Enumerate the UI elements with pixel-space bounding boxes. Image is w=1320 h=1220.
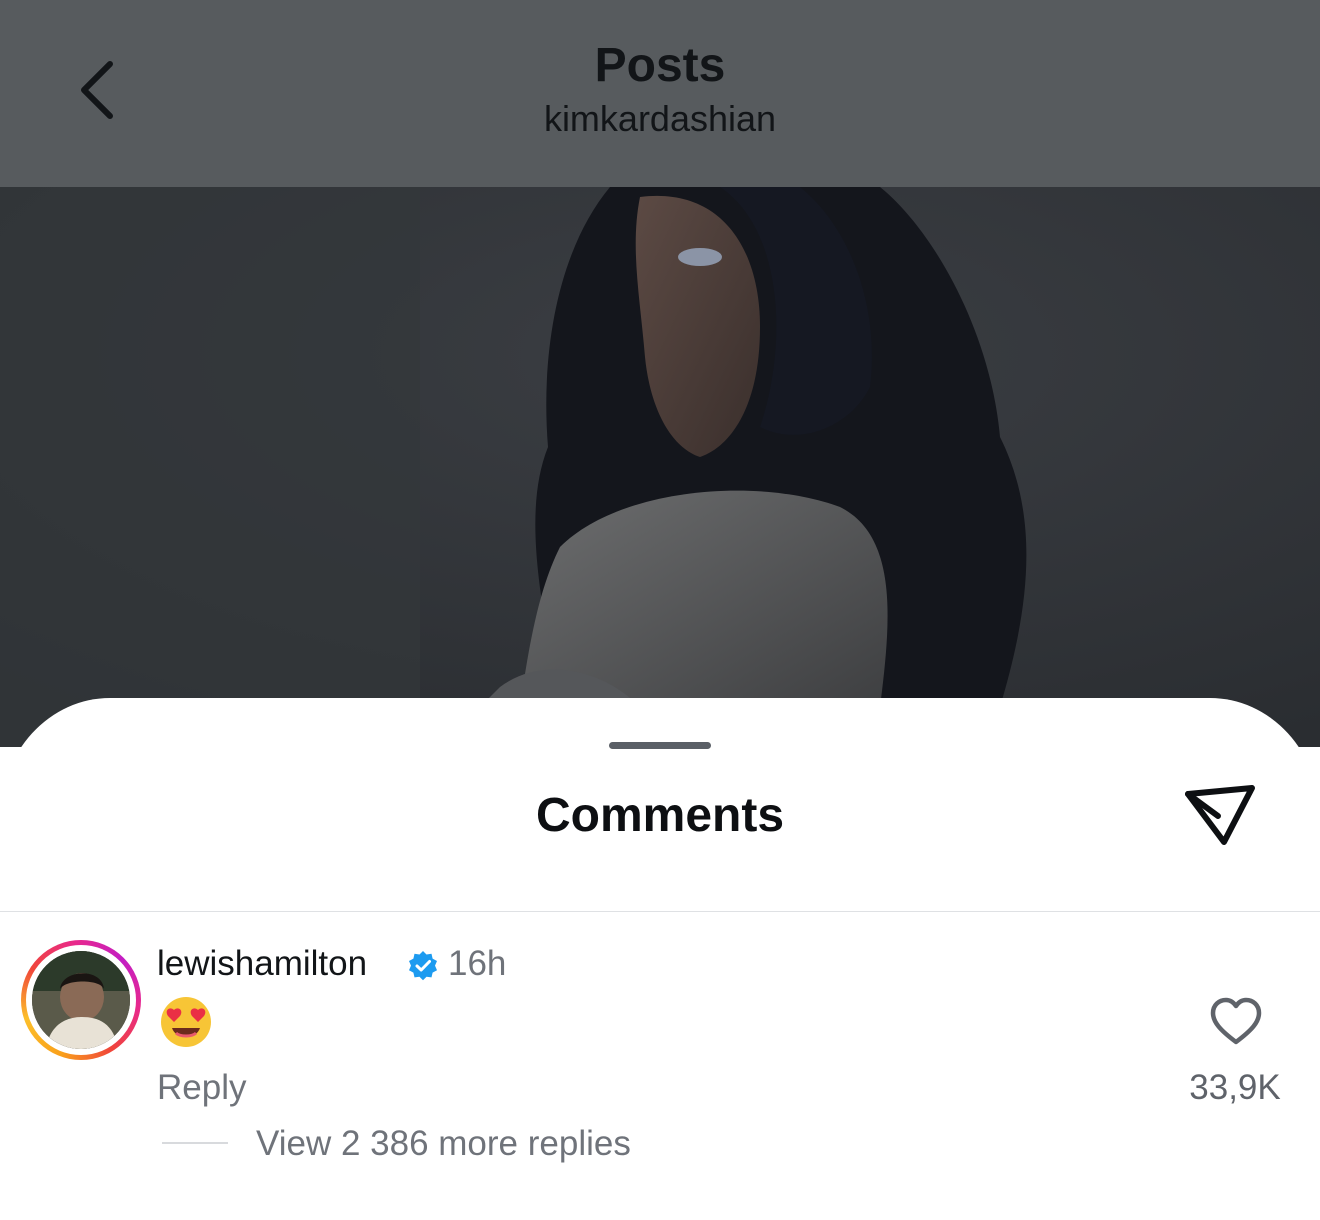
top-bar: Posts kimkardashian <box>0 0 1320 187</box>
like-button[interactable] <box>1208 996 1264 1048</box>
sheet-drag-handle[interactable] <box>609 742 711 749</box>
replies-divider-line <box>162 1142 228 1144</box>
comment-timestamp: 16h <box>448 944 507 983</box>
like-count: 33,9K <box>1189 1068 1281 1107</box>
post-photo[interactable] <box>0 187 1320 747</box>
comments-title: Comments <box>535 789 785 842</box>
send-icon <box>1185 785 1255 845</box>
view-more-replies-button[interactable]: View 2 386 more replies <box>256 1124 631 1164</box>
divider <box>0 911 1320 912</box>
page-subtitle-username[interactable]: kimkardashian <box>0 98 1320 140</box>
reply-button[interactable]: Reply <box>157 1068 246 1108</box>
comment-username[interactable]: lewishamilton <box>157 944 367 984</box>
page-title: Posts <box>594 39 726 92</box>
heart-icon <box>1210 997 1262 1045</box>
share-button[interactable] <box>1180 780 1260 852</box>
heart-eyes-emoji-icon <box>161 997 211 1047</box>
avatar[interactable] <box>21 940 141 1060</box>
verified-badge-icon <box>409 951 437 981</box>
avatar-photo <box>32 951 130 1049</box>
